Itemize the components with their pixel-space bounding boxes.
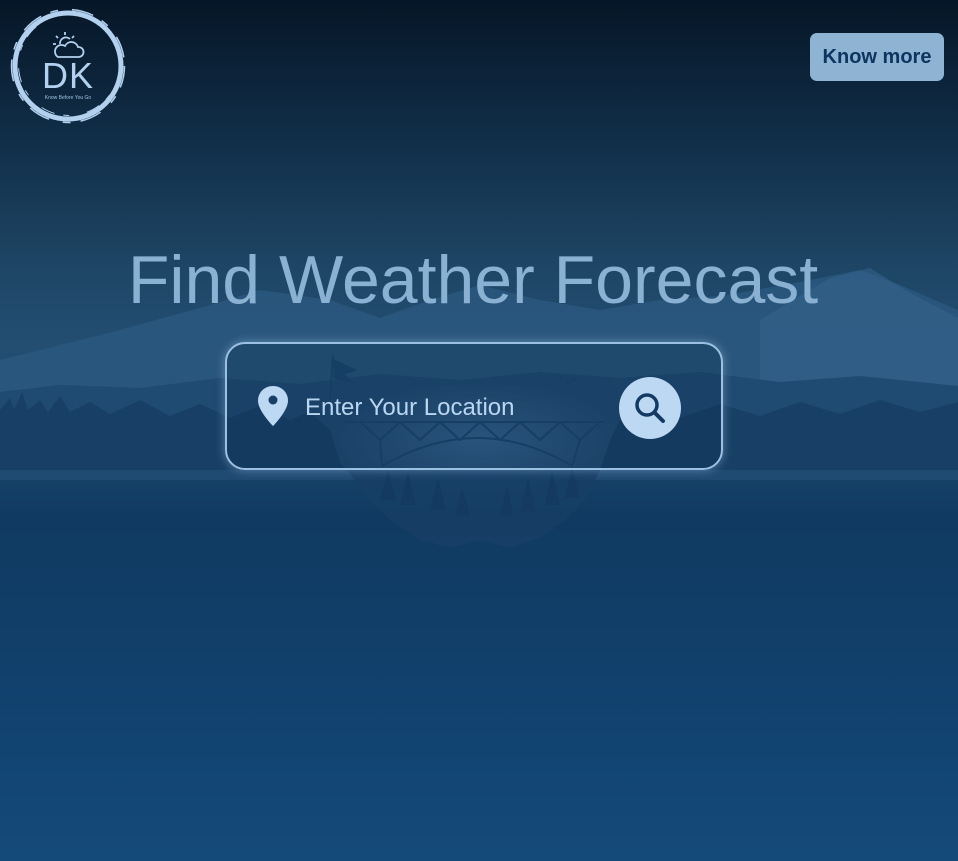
sun-cloud-icon <box>53 32 85 58</box>
location-search-box <box>225 342 723 470</box>
dk-logo[interactable]: DK Know Before You Go <box>8 6 128 126</box>
weather-home-page: DK Know Before You Go Know more Find Wea… <box>0 0 958 861</box>
logo-tagline: Know Before You Go <box>44 95 92 101</box>
location-input[interactable] <box>305 388 605 428</box>
logo-letters: DK <box>41 55 94 96</box>
know-more-button[interactable]: Know more <box>810 33 944 81</box>
search-icon <box>635 393 665 423</box>
page-title: Find Weather Forecast <box>127 242 819 318</box>
search-button[interactable] <box>619 377 681 439</box>
map-pin-icon <box>256 384 290 428</box>
